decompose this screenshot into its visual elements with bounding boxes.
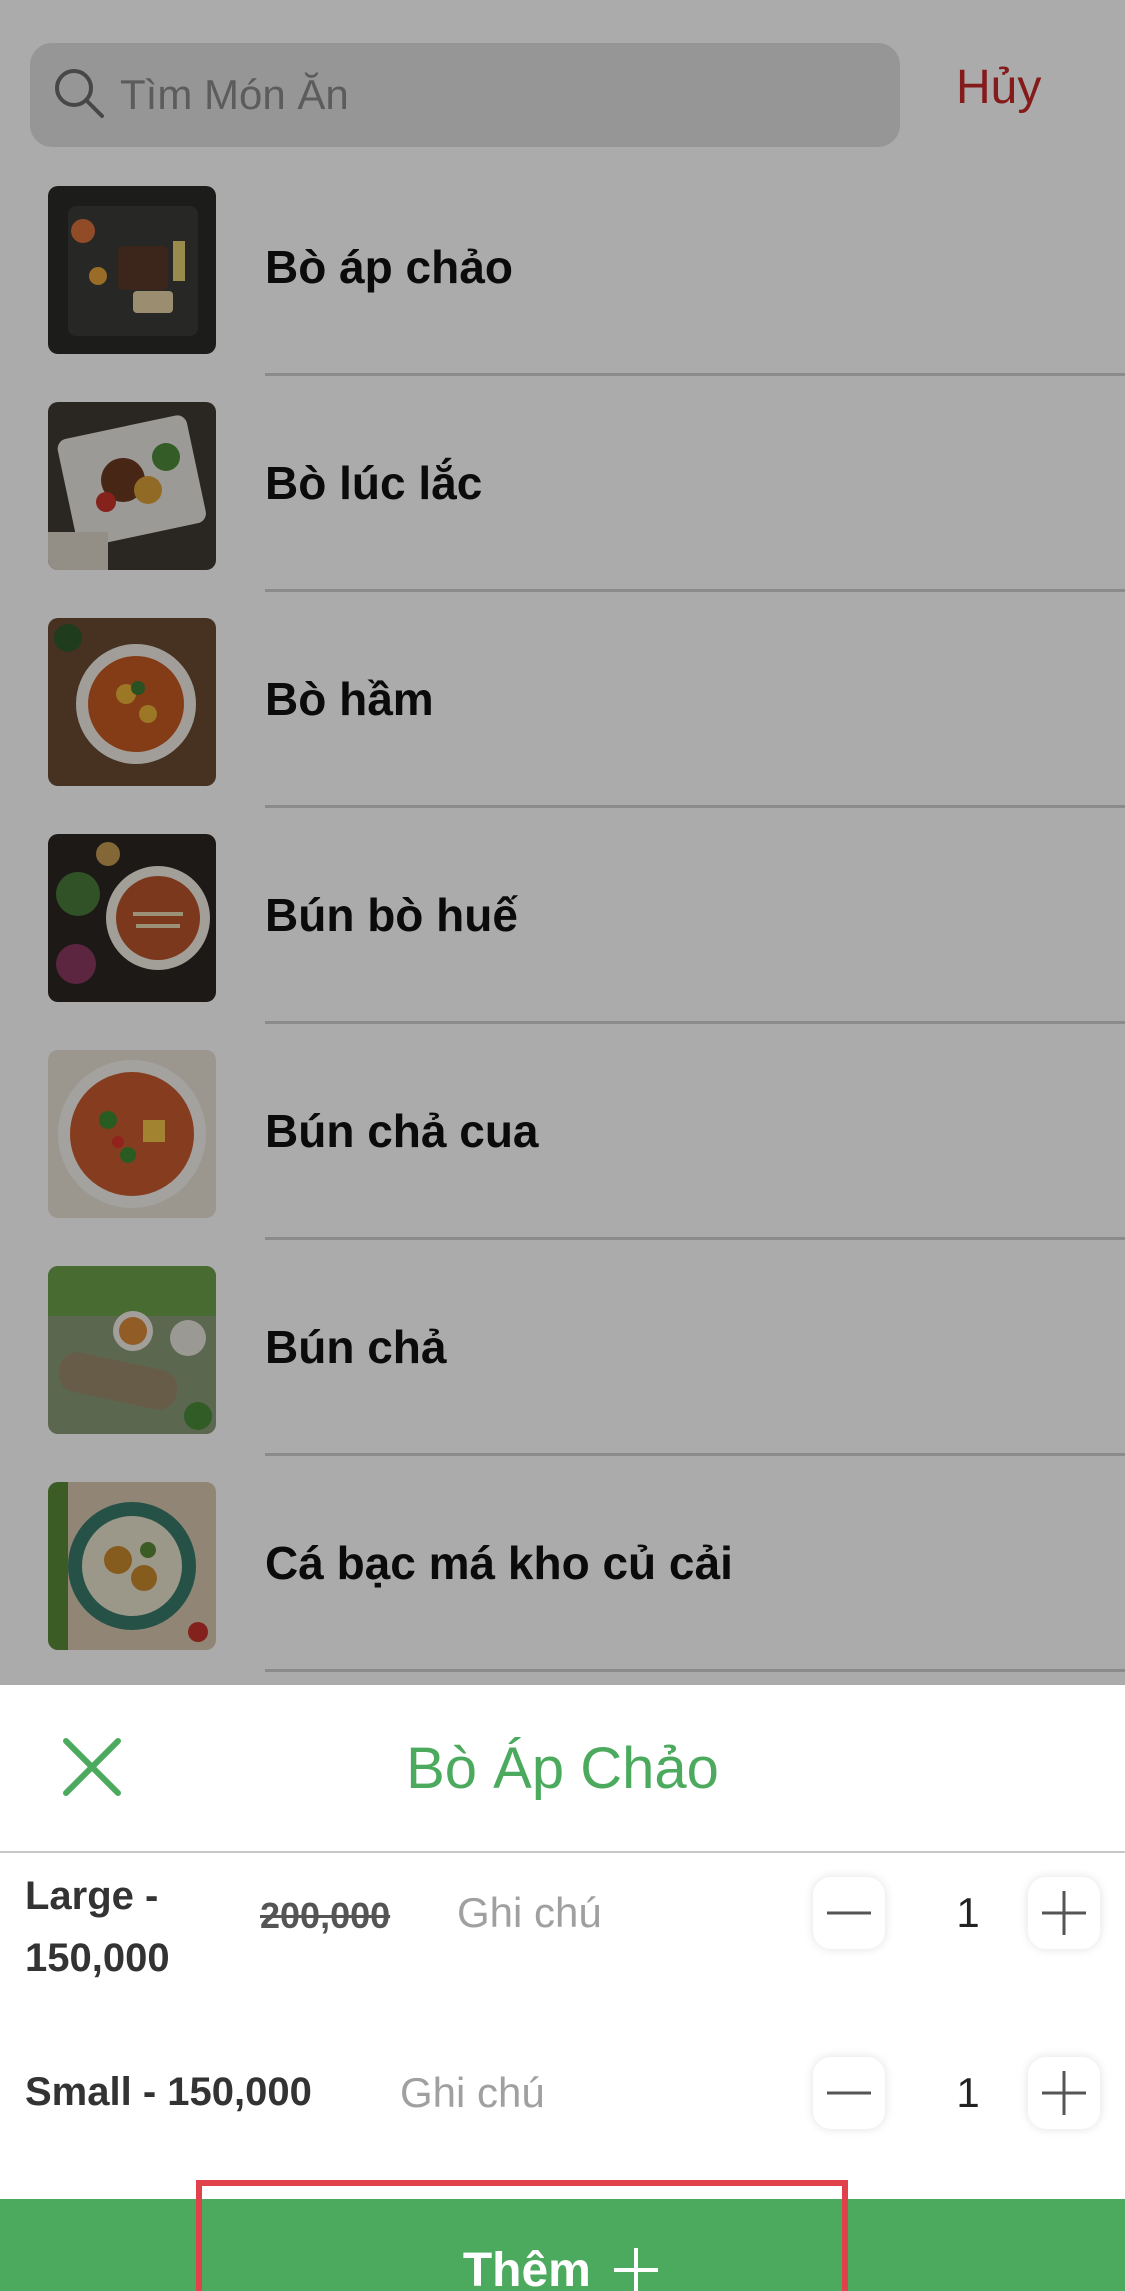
sheet-header: Bò Áp Chảo — [0, 1685, 1125, 1853]
variant-label-line1: Large - — [25, 1874, 159, 1918]
variant-row: Large - 150,000 200,000 Ghi chú 1 — [0, 1874, 1125, 2025]
decrement-button[interactable] — [813, 1877, 885, 1949]
note-field[interactable]: Ghi chú — [457, 1889, 602, 1937]
modal-backdrop[interactable] — [0, 0, 1125, 1685]
quantity-value: 1 — [956, 1889, 980, 1936]
variant-label: Large - 150,000 — [25, 1865, 170, 1989]
sheet-title: Bò Áp Chảo — [406, 1736, 719, 1801]
plus-icon — [1042, 2071, 1086, 2115]
increment-button[interactable] — [1028, 1877, 1100, 1949]
old-price: 200,000 — [260, 1895, 391, 1936]
plus-icon — [1042, 1891, 1086, 1935]
screen: Hủy Bò áp chảo Bò lúc lắc Bò hầm — [0, 0, 1125, 2291]
increment-button[interactable] — [1028, 2057, 1100, 2129]
variant-label: Small - 150,000 — [25, 2070, 312, 2114]
note-field[interactable]: Ghi chú — [400, 2069, 545, 2117]
minus-icon — [827, 1911, 871, 1915]
minus-icon — [827, 2091, 871, 2095]
highlight-box — [196, 2180, 848, 2291]
quantity-value: 1 — [956, 2069, 980, 2116]
variant-row: Small - 150,000 Ghi chú 1 — [0, 2057, 1125, 2175]
variant-label-line2: 150,000 — [25, 1936, 170, 1980]
decrement-button[interactable] — [813, 2057, 885, 2129]
